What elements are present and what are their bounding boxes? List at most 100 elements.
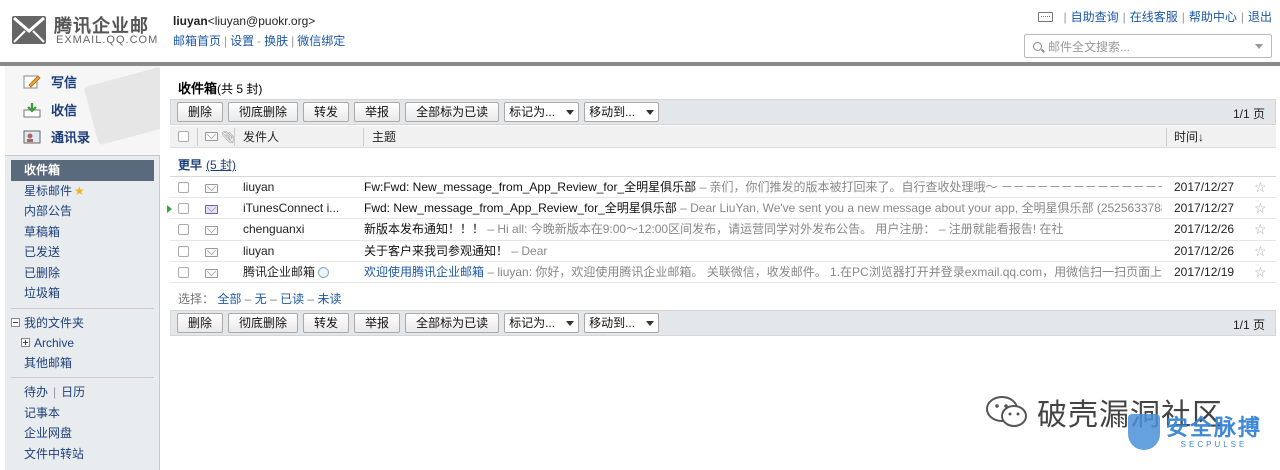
- nav-file-transfer[interactable]: 文件中转站: [5, 444, 160, 465]
- link-settings[interactable]: 设置: [230, 34, 254, 48]
- mail-row[interactable]: liuyan Fw:Fwd: New_message_from_App_Revi…: [170, 177, 1276, 199]
- read-status-column[interactable]: 📎︎: [205, 126, 236, 148]
- group-earlier[interactable]: 更早 (5 封): [178, 156, 236, 173]
- nav-notepad[interactable]: 记事本: [5, 403, 160, 424]
- report-button[interactable]: 举报: [354, 313, 401, 333]
- pager[interactable]: 1/1 页: [1233, 316, 1265, 333]
- chevron-down-icon: [566, 320, 575, 326]
- link-online-support[interactable]: 在线客服: [1130, 8, 1178, 25]
- nav-sent[interactable]: 已发送: [5, 242, 160, 263]
- nav-inbox[interactable]: 收件箱: [11, 160, 154, 181]
- link-self-service[interactable]: 自助查询: [1071, 8, 1119, 25]
- select-none-link[interactable]: 无: [255, 292, 267, 306]
- column-sender[interactable]: 发件人: [243, 126, 279, 148]
- nav-archive[interactable]: Archive: [5, 333, 160, 353]
- move-to-select[interactable]: 移动到...: [584, 313, 660, 333]
- chevron-down-icon[interactable]: [1255, 44, 1263, 49]
- column-subject[interactable]: 主题: [372, 126, 396, 148]
- forwarded-envelope-icon: [205, 205, 218, 215]
- star-icon: ★: [74, 183, 85, 198]
- nav-netdisk[interactable]: 企业网盘: [5, 423, 160, 444]
- column-time[interactable]: 时间↓: [1174, 126, 1204, 148]
- report-button[interactable]: 举报: [354, 102, 401, 122]
- select-unread-link[interactable]: 未读: [317, 292, 341, 306]
- row-checkbox[interactable]: [178, 224, 189, 236]
- mail-row[interactable]: chenguanxi 新版本发布通知！！！ – Hi all: 今晚新版本在9:…: [170, 219, 1276, 241]
- nav-todo-calendar: 待办 | 日历: [24, 385, 86, 399]
- select-all-link[interactable]: 全部: [217, 292, 241, 306]
- row-checkbox[interactable]: [178, 266, 189, 278]
- mail-row[interactable]: liuyan 关于客户来我司参观通知！ – Dear 2017/12/26 ☆: [170, 241, 1276, 262]
- mail-subject-preview[interactable]: 关于客户来我司参观通知！ – Dear: [364, 241, 1162, 262]
- move-to-select[interactable]: 移动到...: [584, 102, 660, 122]
- pager[interactable]: 1/1 页: [1233, 105, 1265, 122]
- select-read-link[interactable]: 已读: [280, 292, 304, 306]
- nav-todo[interactable]: 待办: [24, 385, 48, 399]
- purge-button[interactable]: 彻底删除: [228, 102, 299, 122]
- mail-subject-preview[interactable]: 欢迎使用腾讯企业邮箱 – liuyan: 你好，欢迎使用腾讯企业邮箱。 关联微信…: [364, 262, 1162, 283]
- select-all-checkbox[interactable]: [178, 131, 189, 142]
- delete-button[interactable]: 删除: [177, 313, 224, 333]
- star-icon[interactable]: ☆: [1254, 198, 1267, 219]
- search-icon: [1033, 41, 1042, 51]
- user-info: liuyan<liuyan@puokr.org> 邮箱首页 | 设置 - 换肤 | 微信绑定: [173, 14, 345, 49]
- mail-sender: liuyan: [243, 243, 275, 258]
- mail-list: liuyan Fw:Fwd: New_message_from_App_Revi…: [167, 176, 1276, 283]
- compose-button[interactable]: 写信: [23, 72, 77, 91]
- contacts-icon: [23, 130, 41, 143]
- mail-subject: 欢迎使用腾讯企业邮箱: [364, 264, 485, 279]
- official-badge-icon: [318, 267, 330, 279]
- column-header: 📎︎ 发件人 主题 时间↓: [170, 126, 1276, 148]
- contacts-button[interactable]: 通讯录: [23, 127, 90, 146]
- link-mailbox-home[interactable]: 邮箱首页: [173, 34, 221, 48]
- mail-subject-preview[interactable]: 新版本发布通知！！！ – Hi all: 今晚新版本在9:00～12:00区间发…: [364, 219, 1162, 240]
- nav-drafts[interactable]: 草稿箱: [5, 222, 160, 243]
- mail-preview: – Hi all: 今晚新版本在9:00～12:00区间发布，请运营同学对外发布…: [484, 222, 1064, 237]
- mail-subject-preview[interactable]: Fw:Fwd: New_message_from_App_Review_for_…: [364, 177, 1162, 198]
- nav-calendar[interactable]: 日历: [61, 385, 85, 399]
- link-skin[interactable]: 换肤: [264, 34, 288, 48]
- row-checkbox[interactable]: [178, 182, 189, 193]
- purge-button[interactable]: 彻底删除: [228, 313, 299, 333]
- star-icon[interactable]: ☆: [1254, 177, 1267, 198]
- nav-other-mailboxes[interactable]: 其他邮箱: [5, 353, 160, 374]
- mark-all-read-button[interactable]: 全部标为已读: [405, 102, 500, 122]
- row-checkbox[interactable]: [178, 203, 189, 215]
- search-placeholder: 邮件全文搜索...: [1048, 39, 1131, 54]
- nav-spam[interactable]: 垃圾箱: [5, 283, 160, 304]
- receive-button[interactable]: 收信: [23, 100, 77, 119]
- row-checkbox[interactable]: [178, 245, 189, 257]
- nav-announcements[interactable]: 内部公告: [5, 201, 160, 222]
- nav-deleted[interactable]: 已删除: [5, 263, 160, 284]
- keyboard-icon[interactable]: [1038, 11, 1054, 22]
- link-help-center[interactable]: 帮助中心: [1189, 8, 1237, 25]
- mark-as-select[interactable]: 标记为...: [504, 313, 580, 333]
- nav-my-folders[interactable]: 我的文件夹: [5, 313, 160, 333]
- folder-nav: 收件箱 星标邮件 ★ 内部公告 草稿箱 已发送 已删除 垃圾箱 我的文件夹 Arc…: [5, 160, 160, 464]
- collapse-icon[interactable]: [11, 318, 20, 327]
- secpulse-brand-en: SECPULSE: [1180, 439, 1248, 449]
- forward-button[interactable]: 转发: [303, 102, 350, 122]
- mail-row[interactable]: 腾讯企业邮箱 欢迎使用腾讯企业邮箱 – liuyan: 你好，欢迎使用腾讯企业邮…: [170, 262, 1276, 283]
- star-icon[interactable]: ☆: [1254, 241, 1267, 262]
- nav-starred[interactable]: 星标邮件 ★: [5, 181, 160, 202]
- exmail-logo[interactable]: 腾讯企业邮 EXMAIL.QQ.COM: [12, 12, 162, 52]
- chevron-down-icon: [566, 109, 575, 115]
- secpulse-watermark: 安全脉搏 SECPULSE: [1128, 414, 1262, 450]
- mark-all-read-button[interactable]: 全部标为已读: [405, 313, 500, 333]
- delete-button[interactable]: 删除: [177, 102, 224, 122]
- mail-sender: chenguanxi: [243, 222, 305, 237]
- mail-sender: liuyan: [243, 180, 275, 194]
- link-wechat-bind[interactable]: 微信绑定: [297, 34, 345, 48]
- mark-as-select[interactable]: 标记为...: [504, 102, 580, 122]
- forward-button[interactable]: 转发: [303, 313, 350, 333]
- search-input[interactable]: 邮件全文搜索...: [1024, 34, 1272, 58]
- mail-subject-preview[interactable]: Fwd: New_message_from_App_Review_for_全明星…: [364, 198, 1162, 219]
- star-icon[interactable]: ☆: [1254, 219, 1267, 240]
- divider: [11, 307, 154, 309]
- mail-row[interactable]: iTunesConnect i... Fwd: New_message_from…: [167, 198, 1276, 220]
- user-name: liuyan: [173, 14, 208, 28]
- link-logout[interactable]: 退出: [1248, 8, 1272, 25]
- star-icon[interactable]: ☆: [1254, 262, 1267, 283]
- expand-icon[interactable]: [21, 338, 30, 347]
